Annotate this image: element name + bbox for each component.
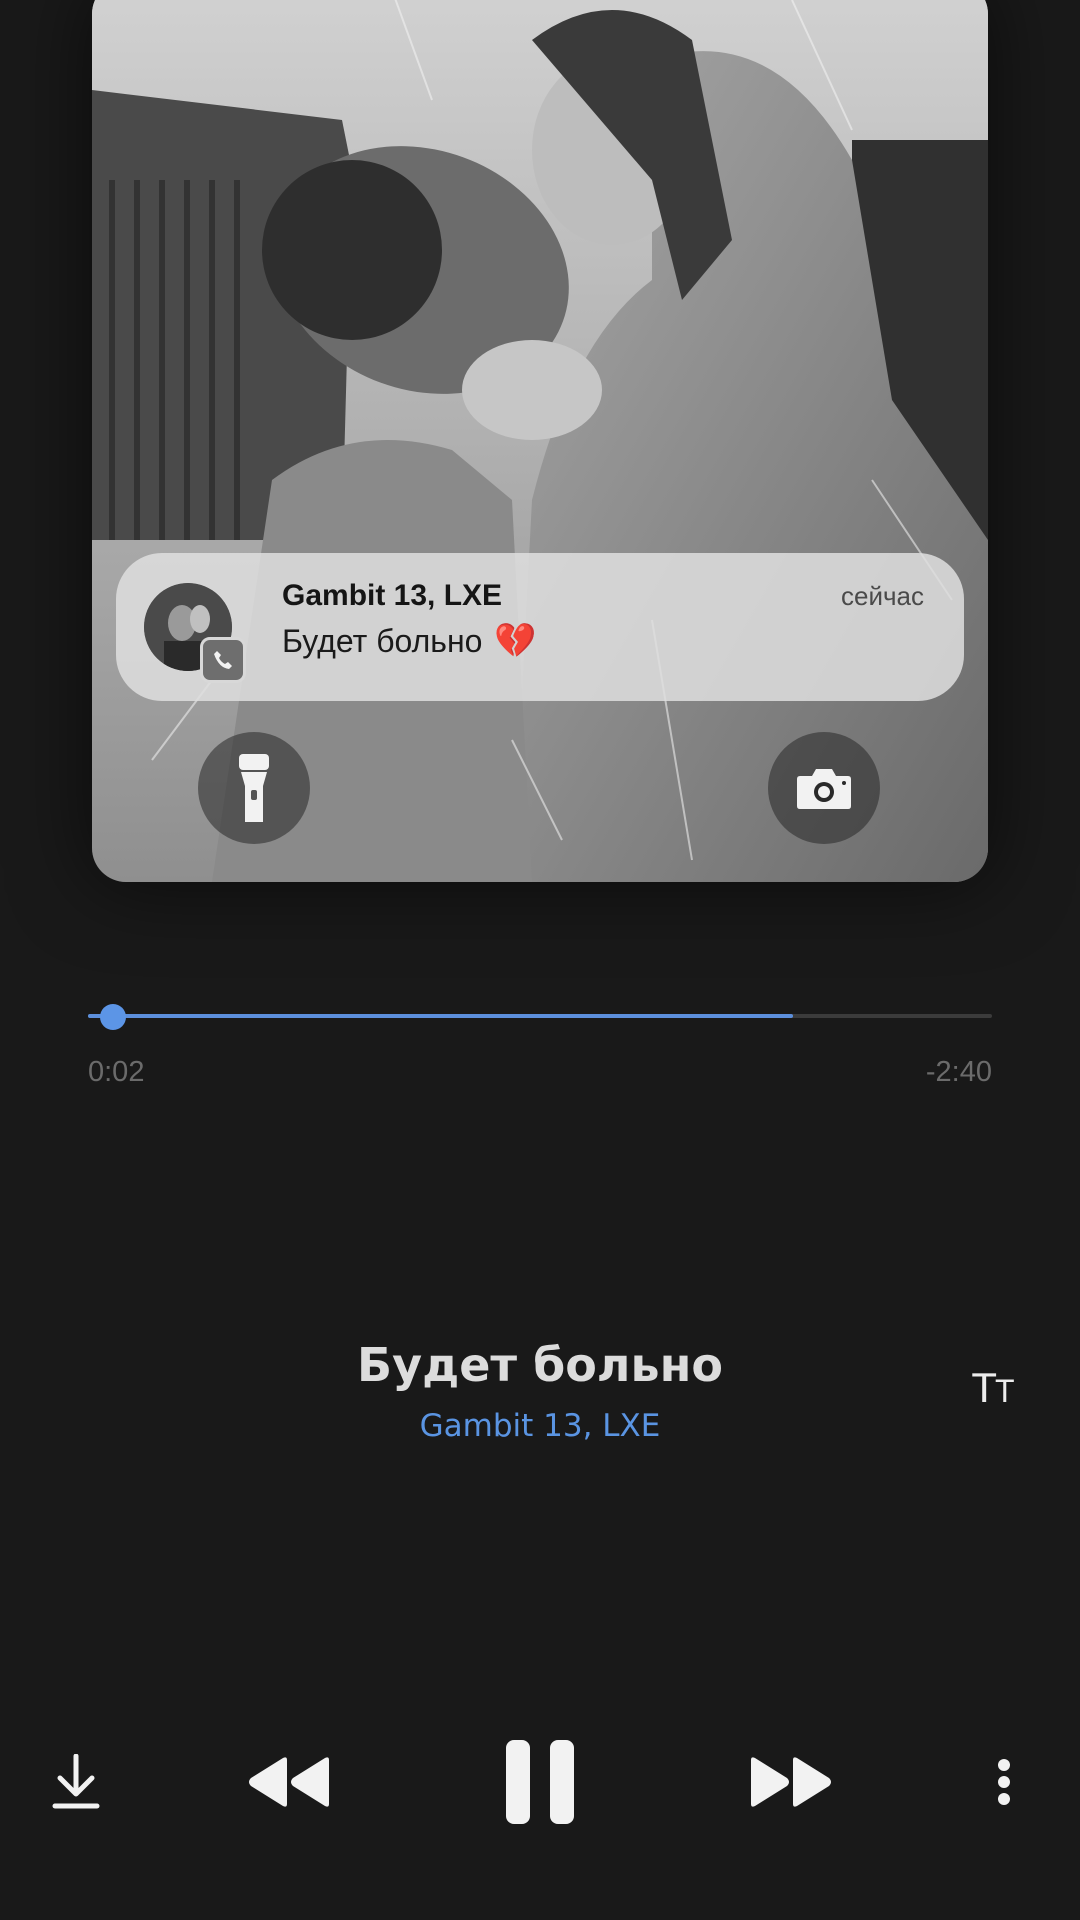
notification-text: Будет больно [282, 622, 483, 659]
seek-thumb[interactable] [99, 1004, 126, 1030]
more-vertical-icon [998, 1759, 1010, 1805]
flashlight-button[interactable] [198, 732, 310, 844]
pause-button[interactable] [500, 1736, 580, 1828]
pause-icon [506, 1740, 574, 1824]
notification-body: Будет больно 💔 [282, 621, 537, 661]
previous-button[interactable] [246, 1752, 332, 1812]
fast-forward-icon [751, 1757, 831, 1807]
seek-buffered [88, 1014, 794, 1018]
lyrics-button[interactable]: TT [962, 1364, 1022, 1412]
notification-card[interactable]: Gambit 13, LXE Будет больно 💔 сейчас [116, 553, 964, 701]
download-button[interactable] [44, 1746, 108, 1818]
next-button[interactable] [748, 1752, 834, 1812]
text-size-icon: TT [971, 1364, 1014, 1411]
camera-icon [797, 769, 851, 809]
track-artist[interactable]: Gambit 13, LXE [0, 1408, 1080, 1444]
more-button[interactable] [984, 1756, 1024, 1808]
remaining-time: -2:40 [925, 1056, 992, 1088]
seek-bar[interactable] [88, 1004, 992, 1030]
notification-time: сейчас [841, 581, 924, 611]
rewind-icon [249, 1757, 329, 1807]
flashlight-icon [239, 754, 269, 822]
track-title: Будет больно [357, 1338, 723, 1392]
phone-badge-icon [200, 637, 246, 683]
broken-heart-emoji: 💔 [494, 622, 537, 660]
player-screen: Gambit 13, LXE Будет больно 💔 сейчас 0:0… [0, 0, 1080, 1920]
album-artwork: Gambit 13, LXE Будет больно 💔 сейчас [92, 0, 988, 882]
download-icon [52, 1754, 100, 1809]
camera-button[interactable] [768, 732, 880, 844]
notification-title: Gambit 13, LXE [282, 579, 503, 612]
elapsed-time: 0:02 [88, 1056, 145, 1088]
